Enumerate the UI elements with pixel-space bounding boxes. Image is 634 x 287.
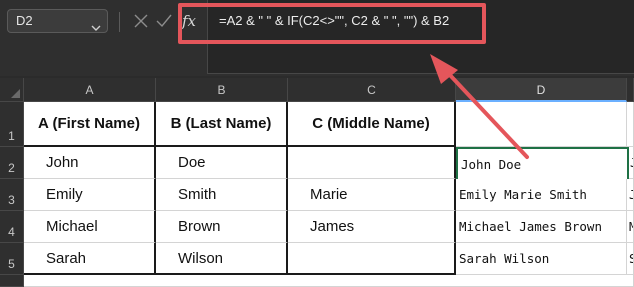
divider: [119, 12, 120, 32]
header-cell-first-name[interactable]: A (First Name): [24, 102, 156, 147]
select-all-button[interactable]: [0, 78, 24, 102]
chevron-down-icon[interactable]: [91, 17, 101, 39]
name-box-value: D2: [16, 13, 33, 28]
close-icon: [134, 14, 148, 28]
clipped-text: J: [630, 155, 633, 170]
cell-first-name[interactable]: John: [24, 147, 156, 179]
cell-full-name[interactable]: Emily Marie Smith: [456, 179, 627, 211]
row-header-1[interactable]: 1: [0, 102, 24, 147]
formula-bar: D2 fx =A2 & " " & IF(C2<>"", C2 & " ", "…: [0, 0, 634, 76]
row-header-6[interactable]: [0, 275, 24, 287]
cell-d1[interactable]: [456, 102, 627, 147]
cell-first-name[interactable]: Sarah: [24, 243, 156, 275]
cell-last-name[interactable]: Smith: [156, 179, 288, 211]
row-header-2[interactable]: 2: [0, 147, 24, 179]
full-name-text: Emily Marie Smith: [459, 187, 587, 202]
clipped-text: J: [629, 187, 633, 202]
header-cell-middle-name[interactable]: C (Middle Name): [288, 102, 456, 147]
cell-middle-name[interactable]: [288, 147, 456, 179]
clipped-text: S: [629, 251, 633, 266]
header-cell-last-name[interactable]: B (Last Name): [156, 102, 288, 147]
column-header-a[interactable]: A: [24, 78, 156, 102]
cell-first-name[interactable]: Emily: [24, 179, 156, 211]
cell-e-clipped[interactable]: M: [627, 211, 634, 243]
cell-e-clipped[interactable]: J: [627, 179, 634, 211]
full-name-text: Sarah Wilson: [459, 251, 550, 266]
column-header-d[interactable]: D: [456, 78, 627, 102]
cell-e-clipped[interactable]: S: [627, 243, 634, 275]
column-header-e[interactable]: [627, 78, 634, 102]
cancel-button[interactable]: [130, 8, 152, 34]
row-header-3[interactable]: 3: [0, 179, 24, 211]
spreadsheet-grid: A B C D 1 2 3 4 5 A (First Name) B (Last…: [0, 78, 634, 287]
cell-middle-name[interactable]: Marie: [288, 179, 456, 211]
full-name-text: John Doe: [461, 156, 522, 172]
checkmark-icon: [156, 14, 172, 28]
cell-first-name[interactable]: Michael: [24, 211, 156, 243]
formula-highlight-box: [178, 3, 486, 44]
column-header-b[interactable]: B: [156, 78, 288, 102]
cell-e1[interactable]: [627, 102, 634, 147]
column-header-c[interactable]: C: [288, 78, 456, 102]
clipped-text: M: [629, 219, 633, 234]
cell-last-name[interactable]: Brown: [156, 211, 288, 243]
cell-full-name[interactable]: Michael James Brown: [456, 211, 627, 243]
cell-e-clipped[interactable]: J: [629, 147, 634, 179]
cell-last-name[interactable]: Wilson: [156, 243, 288, 275]
active-cell-d2[interactable]: John Doe: [456, 147, 629, 181]
cell-middle-name[interactable]: [288, 243, 456, 275]
cell-full-name[interactable]: Sarah Wilson: [456, 243, 627, 275]
cell-middle-name[interactable]: James: [288, 211, 456, 243]
row-6-cells[interactable]: [24, 275, 634, 287]
name-box[interactable]: D2: [7, 9, 108, 33]
row-header-5[interactable]: 5: [0, 243, 24, 275]
full-name-text: Michael James Brown: [459, 219, 602, 234]
cell-last-name[interactable]: Doe: [156, 147, 288, 179]
row-header-4[interactable]: 4: [0, 211, 24, 243]
enter-button[interactable]: [153, 8, 175, 34]
